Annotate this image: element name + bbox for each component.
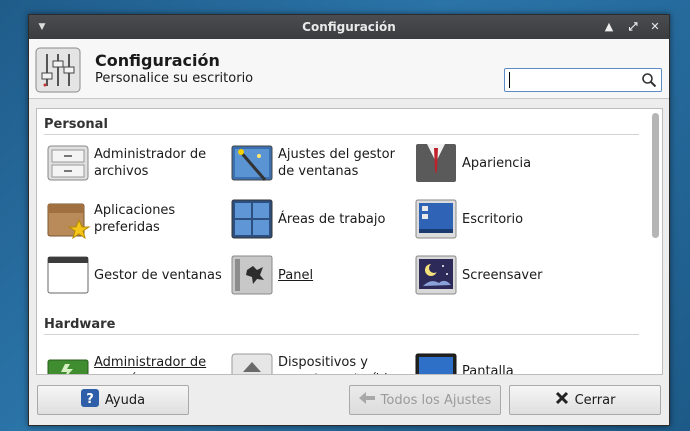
item-label: Escritorio xyxy=(462,211,524,227)
title-bar[interactable]: ▼ Configuración ▲ ⤢ ✕ xyxy=(29,15,669,39)
page-subtitle: Personalice su escritorio xyxy=(95,71,254,86)
item-preferred-applications[interactable]: Aplicaciones preferidas xyxy=(45,195,225,243)
item-label: Aplicaciones preferidas xyxy=(94,203,176,235)
maximize-icon[interactable]: ⤢ xyxy=(625,19,641,35)
appearance-icon xyxy=(413,140,459,186)
section-title-hardware: Hardware xyxy=(44,317,116,332)
svg-text:?: ? xyxy=(86,392,94,407)
window-manager-icon xyxy=(45,252,91,298)
header: Configuración Personalice su escritorio xyxy=(29,39,669,99)
item-panel[interactable]: Panel xyxy=(229,251,409,299)
item-desktop[interactable]: Escritorio xyxy=(413,195,593,243)
all-settings-label: Todos los Ajustes xyxy=(380,392,492,408)
item-label: Gestor de ventanas xyxy=(94,267,222,283)
close-label: Cerrar xyxy=(574,392,616,408)
workspaces-icon xyxy=(229,196,275,242)
item-label: Pantalla xyxy=(462,363,514,375)
section-divider xyxy=(44,334,639,335)
item-workspaces[interactable]: Áreas de trabajo xyxy=(229,195,409,243)
text-caret xyxy=(509,72,510,88)
help-label: Ayuda xyxy=(104,392,146,408)
file-manager-icon xyxy=(45,140,91,186)
screensaver-icon xyxy=(413,252,459,298)
settings-window: ▼ Configuración ▲ ⤢ ✕ Configuración Pers… xyxy=(28,14,670,426)
display-icon xyxy=(413,348,459,374)
item-label: Panel xyxy=(278,267,314,283)
settings-sliders-icon xyxy=(35,47,81,93)
item-power-manager[interactable]: Administrador de energía xyxy=(45,347,225,374)
item-display[interactable]: Pantalla xyxy=(413,347,593,375)
item-label: Dispositivos y soportes extraíbles xyxy=(278,355,402,374)
settings-list[interactable]: Personal Administrador de archivos Ajust… xyxy=(36,108,663,375)
item-label: Apariencia xyxy=(462,155,532,171)
window-manager-tweaks-icon xyxy=(229,140,275,186)
item-removable-drives[interactable]: Dispositivos y soportes extraíbles xyxy=(229,347,409,374)
page-title: Configuración xyxy=(95,51,220,70)
help-button[interactable]: ? Ayuda xyxy=(37,385,189,415)
shade-icon[interactable]: ▲ xyxy=(601,19,617,35)
item-label: Administrador de archivos xyxy=(94,147,207,179)
removable-drives-icon xyxy=(229,348,275,374)
item-label: Administrador de energía xyxy=(94,355,207,374)
window-menu-icon[interactable]: ▼ xyxy=(35,20,49,34)
close-icon[interactable]: ✕ xyxy=(647,19,663,35)
all-settings-button[interactable]: Todos los Ajustes xyxy=(349,385,501,415)
item-screensaver[interactable]: Screensaver xyxy=(413,251,593,299)
help-icon: ? xyxy=(80,389,99,411)
item-appearance[interactable]: Apariencia xyxy=(413,139,593,187)
section-title-personal: Personal xyxy=(44,117,108,132)
item-window-manager[interactable]: Gestor de ventanas xyxy=(45,251,225,299)
window-title: Configuración xyxy=(302,20,396,34)
arrow-left-icon xyxy=(358,391,375,409)
vertical-scrollbar[interactable] xyxy=(652,113,659,238)
search-icon[interactable] xyxy=(641,72,657,88)
close-button[interactable]: Cerrar xyxy=(509,385,661,415)
panel-icon xyxy=(229,252,275,298)
power-manager-icon xyxy=(45,348,91,374)
search-input[interactable] xyxy=(504,68,662,92)
desktop-icon xyxy=(413,196,459,242)
item-window-manager-tweaks[interactable]: Ajustes del gestor de ventanas xyxy=(229,139,409,187)
close-x-icon xyxy=(555,391,569,409)
item-label: Áreas de trabajo xyxy=(278,211,386,227)
item-label: Ajustes del gestor de ventanas xyxy=(278,147,395,179)
item-file-manager[interactable]: Administrador de archivos xyxy=(45,139,225,187)
section-divider xyxy=(44,134,639,135)
item-label: Screensaver xyxy=(462,267,543,283)
preferred-applications-icon xyxy=(45,196,91,242)
